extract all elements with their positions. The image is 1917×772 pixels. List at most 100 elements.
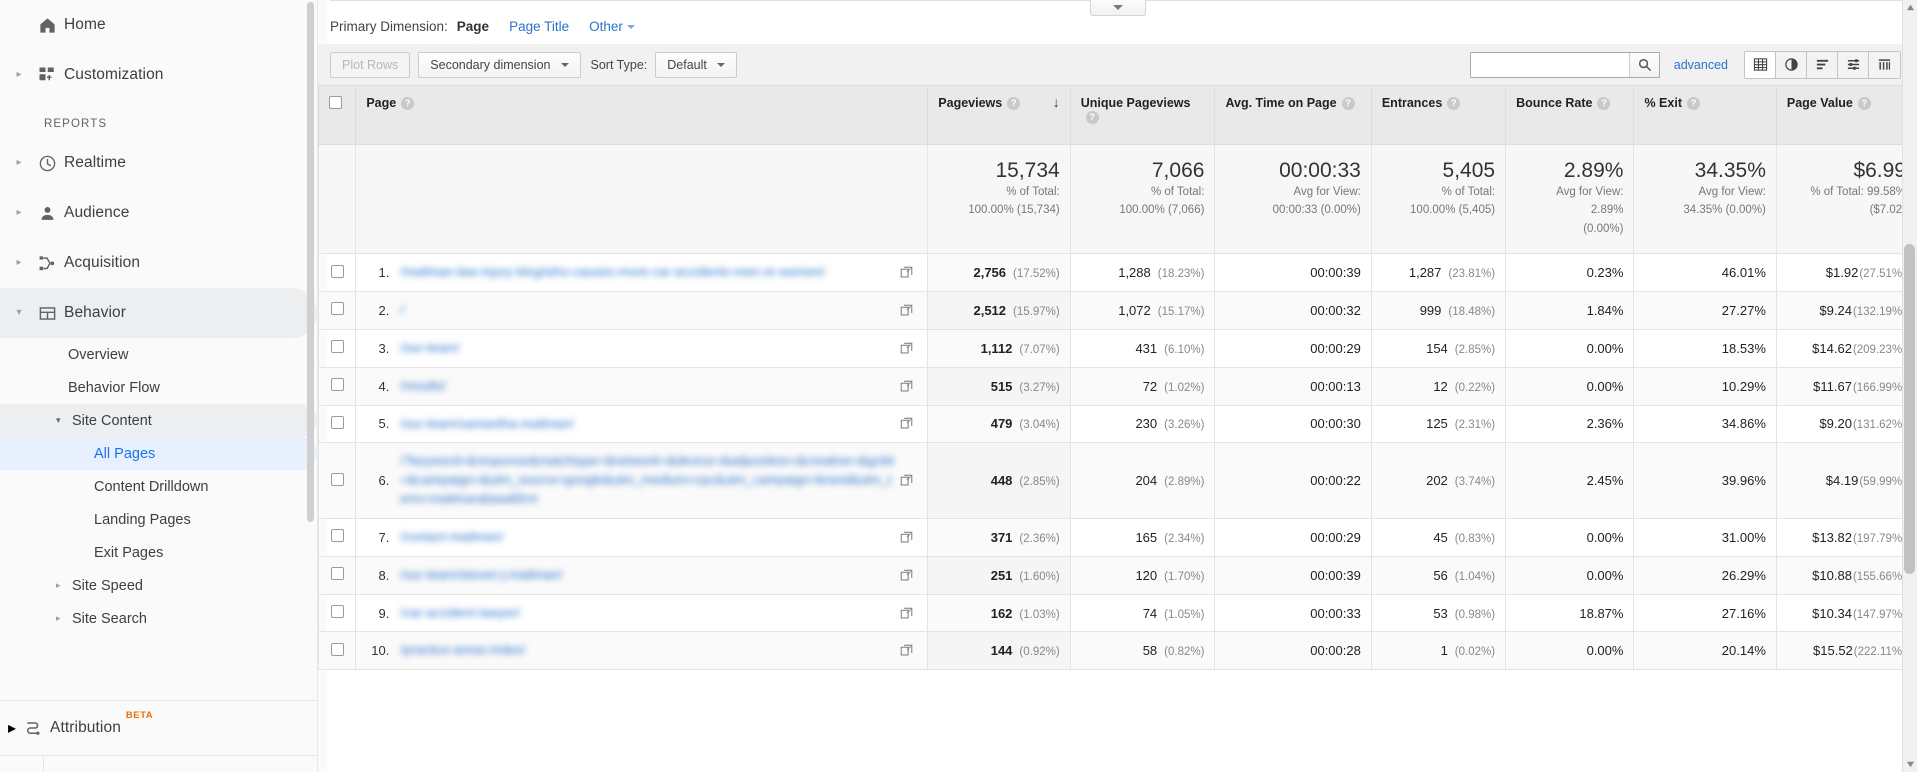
column-header-pageviews[interactable]: ↓ Pageviews? — [927, 86, 1071, 145]
row-checkbox[interactable] — [330, 264, 344, 278]
help-icon[interactable]: ? — [1597, 97, 1611, 110]
sidebar-item-overview[interactable]: Overview — [0, 338, 317, 371]
column-header-avg-time-on-page[interactable]: Avg. Time on Page? — [1214, 86, 1372, 145]
sidebar-item-exit-pages[interactable]: Exit Pages — [0, 536, 317, 569]
open-in-new-icon[interactable] — [895, 304, 917, 317]
row-page-url[interactable]: /?keyword=&response&matchtype=&network=&… — [400, 452, 895, 509]
row-checkbox[interactable] — [330, 567, 344, 581]
row-checkbox[interactable] — [330, 302, 344, 316]
primary-dimension-label: Primary Dimension: — [330, 18, 448, 34]
footer-icon-slot[interactable] — [0, 756, 44, 772]
row-page-url[interactable]: /our-team/samantha-mailman/ — [400, 415, 895, 434]
column-header-page-value[interactable]: Page Value? — [1775, 86, 1917, 145]
plot-rows-button[interactable]: Plot Rows — [330, 51, 411, 78]
sidebar-item-site-search[interactable]: ▸ Site Search — [0, 602, 317, 635]
help-icon[interactable]: ? — [401, 97, 415, 110]
row-page-url[interactable]: /mailman-law-injury-blog/who-causes-more… — [400, 263, 895, 282]
column-header-exit-percent[interactable]: % Exit? — [1633, 86, 1777, 145]
primary-dimension-option-page[interactable]: Page — [457, 19, 489, 34]
row-checkbox[interactable] — [330, 378, 344, 392]
open-in-new-icon[interactable] — [895, 607, 917, 620]
sidebar-item-attribution[interactable]: ▸ Attribution BETA — [0, 701, 317, 755]
row-page-url[interactable]: /results/ — [400, 377, 895, 396]
scroll-down-arrow-icon[interactable] — [1903, 757, 1917, 772]
row-checkbox[interactable] — [330, 340, 344, 354]
row-pageviews-percent: (2.36%) — [1019, 532, 1060, 545]
row-page-url[interactable]: /contact-mailman/ — [400, 528, 895, 547]
open-in-new-icon[interactable] — [895, 644, 917, 657]
sidebar-item-behavior-flow[interactable]: Behavior Flow — [0, 371, 317, 404]
help-icon[interactable]: ? — [1686, 97, 1700, 110]
summary-pageviews: 15,734 % of Total: 100.00% (15,734) — [927, 143, 1071, 255]
search-input[interactable] — [1470, 52, 1629, 77]
sidebar-footer-strip — [0, 755, 317, 772]
help-icon[interactable]: ? — [1857, 97, 1871, 110]
column-header-entrances[interactable]: Entrances? — [1370, 86, 1507, 145]
sidebar-item-home[interactable]: ▸ Home — [0, 0, 317, 50]
column-header-unique-pageviews[interactable]: Unique Pageviews? — [1069, 86, 1216, 145]
sidebar-item-customization[interactable]: ▸ Customization — [0, 50, 317, 100]
open-in-new-icon[interactable] — [895, 342, 917, 355]
sidebar-item-realtime[interactable]: ▸ Realtime — [0, 138, 317, 188]
row-pageviews: 2,756 (17.52%) — [927, 253, 1071, 292]
row-page-url[interactable]: /practice-areas-index/ — [400, 641, 895, 660]
pivot-view-icon[interactable] — [1869, 51, 1900, 78]
row-page-url[interactable]: / — [400, 301, 895, 320]
row-checkbox[interactable] — [330, 472, 344, 486]
sidebar-item-landing-pages[interactable]: Landing Pages — [0, 503, 317, 536]
row-avg-time: 00:00:29 — [1214, 328, 1372, 368]
sidebar-scrollbar[interactable] — [307, 2, 314, 522]
row-unique-pageviews: 1,288 (18.23%) — [1069, 253, 1216, 292]
row-page-url[interactable]: /car-accident-lawyer/ — [400, 604, 895, 623]
row-checkbox[interactable] — [330, 415, 344, 429]
open-in-new-icon[interactable] — [895, 569, 917, 582]
comparison-view-icon[interactable] — [1838, 51, 1869, 78]
page-scroll-thumb[interactable] — [1904, 244, 1915, 574]
select-all-checkbox[interactable] — [329, 96, 342, 109]
pie-view-icon[interactable] — [1776, 51, 1807, 78]
primary-dimension-option-page-title[interactable]: Page Title — [509, 19, 569, 34]
row-checkbox[interactable] — [330, 605, 344, 618]
column-header-bounce-rate[interactable]: Bounce Rate? — [1505, 86, 1635, 145]
sidebar-item-site-speed[interactable]: ▸ Site Speed — [0, 569, 317, 602]
page-scrollbar[interactable] — [1902, 0, 1917, 772]
row-page-value: $14.62(209.23%) — [1775, 328, 1917, 368]
open-in-new-icon[interactable] — [895, 531, 917, 544]
table-view-icon[interactable] — [1745, 51, 1776, 78]
sidebar-item-behavior[interactable]: ▾ Behavior — [0, 288, 317, 338]
column-header-page[interactable]: Page? — [355, 86, 929, 145]
sidebar-subitem-label: Behavior Flow — [68, 379, 160, 396]
row-page-url[interactable]: /our-team/ — [400, 339, 895, 358]
report-table: Page? ↓ Pageviews? Unique Pageviews? Avg… — [318, 86, 1917, 671]
open-in-new-icon[interactable] — [895, 266, 917, 279]
sidebar-item-site-content[interactable]: ▾ Site Content — [0, 404, 317, 437]
scroll-up-arrow-icon[interactable] — [1903, 0, 1917, 15]
primary-dimension-option-other[interactable]: Other — [589, 19, 635, 34]
expand-arrow-icon: ▸ — [16, 69, 22, 80]
row-checkbox[interactable] — [330, 642, 344, 656]
sidebar-item-content-drilldown[interactable]: Content Drilldown — [0, 470, 317, 503]
help-icon[interactable]: ? — [1007, 97, 1021, 110]
bar-view-icon[interactable] — [1807, 51, 1838, 78]
row-exit-value: 31.00% — [1721, 529, 1766, 545]
open-in-new-icon[interactable] — [895, 474, 917, 487]
summary-bounce-rate: 2.89% Avg for View: 2.89% (0.00%) — [1505, 143, 1635, 255]
help-icon[interactable]: ? — [1085, 111, 1099, 124]
row-page-url[interactable]: /our-team/steven-j-mailman/ — [400, 566, 895, 585]
sort-type-select[interactable]: Default — [655, 51, 737, 78]
row-unique-value: 1,288 — [1118, 265, 1151, 281]
search-button[interactable] — [1628, 52, 1659, 77]
advanced-filter-link[interactable]: advanced — [1674, 58, 1728, 72]
help-icon[interactable]: ? — [1341, 97, 1355, 110]
secondary-dimension-button[interactable]: Secondary dimension — [418, 51, 581, 78]
sidebar-item-acquisition[interactable]: ▸ Acquisition — [0, 238, 317, 288]
row-pageviews-value: 144 — [990, 643, 1013, 659]
open-in-new-icon[interactable] — [895, 380, 917, 393]
footer-panel-slot[interactable] — [44, 756, 317, 772]
help-icon[interactable]: ? — [1447, 97, 1461, 110]
open-in-new-icon[interactable] — [895, 417, 917, 430]
sidebar-item-all-pages[interactable]: All Pages — [0, 437, 317, 470]
row-checkbox[interactable] — [330, 529, 344, 543]
sidebar-item-audience[interactable]: ▸ Audience — [0, 188, 317, 238]
customization-icon — [30, 66, 64, 84]
